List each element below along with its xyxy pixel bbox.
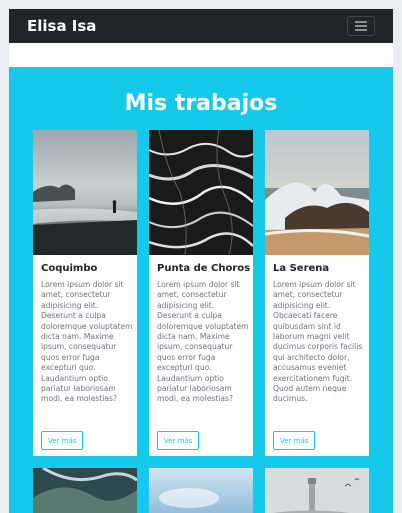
- card-title: Punta de Choros: [157, 263, 251, 274]
- card-text: Lorem ipsum dolor sit amet, consectetur …: [273, 280, 363, 404]
- card-image-partial-2: [149, 468, 253, 513]
- sky-image: [149, 468, 253, 513]
- aerial-waves-image: [149, 130, 253, 255]
- navbar: Elisa Isa: [9, 9, 393, 43]
- work-card-coquimbo: Coquimbo Lorem ipsum dolor sit amet, con…: [33, 130, 137, 456]
- aerial-coast-image: [33, 468, 137, 513]
- works-section: Mis trabajos Coquimbo Lorem ipsum dolor …: [9, 67, 393, 513]
- work-card-punta-de-choros: Punta de Choros Lorem ipsum dolor sit am…: [149, 130, 253, 456]
- card-image-punta-de-choros: [149, 130, 253, 255]
- ver-mas-button[interactable]: Ver más: [273, 431, 316, 450]
- card-image-coquimbo: [33, 130, 137, 255]
- ver-mas-button[interactable]: Ver más: [157, 431, 200, 450]
- card-image-partial-1: [33, 468, 137, 513]
- beach-mist-image: [33, 130, 137, 255]
- card-text: Lorem ipsum dolor sit amet, consectetur …: [41, 280, 133, 404]
- hamburger-line: [355, 21, 367, 23]
- card-image-la-serena: [265, 130, 369, 255]
- lighthouse-image: [265, 468, 369, 513]
- card-image-partial-3: [265, 468, 369, 513]
- work-card-la-serena: La Serena Lorem ipsum dolor sit amet, co…: [265, 130, 369, 456]
- hamburger-line: [355, 29, 367, 31]
- card-title: Coquimbo: [41, 263, 98, 274]
- rocky-shore-image: [265, 130, 369, 255]
- card-text: Lorem ipsum dolor sit amet, consectetur …: [157, 280, 249, 404]
- card-title: La Serena: [273, 263, 330, 274]
- brand-logo-text[interactable]: Elisa Isa: [27, 17, 96, 35]
- section-title: Mis trabajos: [124, 91, 278, 116]
- hamburger-line: [355, 25, 367, 27]
- ver-mas-button[interactable]: Ver más: [41, 431, 84, 450]
- hamburger-icon[interactable]: [347, 16, 375, 36]
- header-spacer: [9, 43, 393, 67]
